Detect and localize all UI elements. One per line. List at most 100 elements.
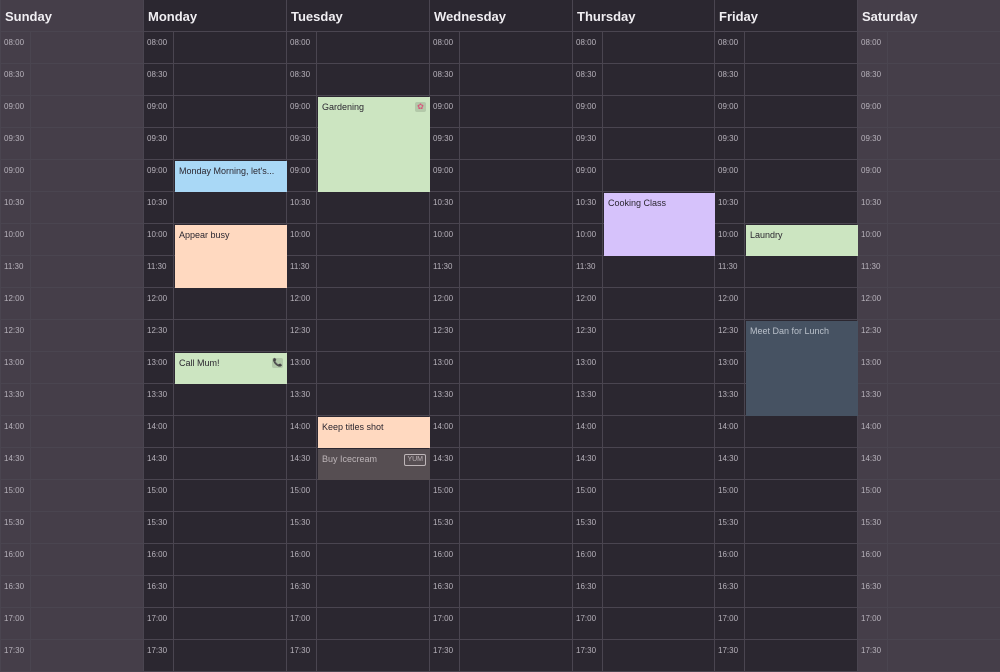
time-slot[interactable]: 15:00 xyxy=(430,480,572,512)
time-slot[interactable]: 08:30 xyxy=(1,64,143,96)
time-slot[interactable]: 09:00 xyxy=(573,96,714,128)
time-slot[interactable]: 13:30 xyxy=(144,384,286,416)
time-slot[interactable]: 09:00 xyxy=(1,160,143,192)
time-slot[interactable]: 14:00 xyxy=(715,416,857,448)
time-slot[interactable]: 14:30 xyxy=(430,448,572,480)
time-slot[interactable]: 17:00 xyxy=(287,608,429,640)
time-slot[interactable]: 17:00 xyxy=(858,608,1000,640)
time-slot[interactable]: 15:00 xyxy=(573,480,714,512)
time-slot[interactable]: 16:00 xyxy=(430,544,572,576)
time-slot[interactable]: 15:30 xyxy=(430,512,572,544)
time-slot[interactable]: 15:00 xyxy=(1,480,143,512)
time-slot[interactable]: 11:30 xyxy=(573,256,714,288)
time-slot[interactable]: 09:00 xyxy=(573,160,714,192)
time-slot[interactable]: 08:30 xyxy=(287,64,429,96)
time-slot[interactable]: 13:00 xyxy=(430,352,572,384)
time-slot[interactable]: 13:00 xyxy=(858,352,1000,384)
time-slot[interactable]: 09:30 xyxy=(715,128,857,160)
time-slot[interactable]: 13:30 xyxy=(573,384,714,416)
time-slot[interactable]: 08:30 xyxy=(430,64,572,96)
time-slot[interactable]: 16:00 xyxy=(858,544,1000,576)
time-slot[interactable]: 14:00 xyxy=(573,416,714,448)
time-slot[interactable]: 16:00 xyxy=(715,544,857,576)
time-slot[interactable]: 08:30 xyxy=(715,64,857,96)
time-slot[interactable]: 15:30 xyxy=(858,512,1000,544)
time-slot[interactable]: 15:30 xyxy=(287,512,429,544)
event-block[interactable]: Laundry xyxy=(746,225,858,256)
time-slot[interactable]: 08:00 xyxy=(430,32,572,64)
time-slot[interactable]: 17:30 xyxy=(287,640,429,672)
time-slot[interactable]: 11:30 xyxy=(858,256,1000,288)
time-slot[interactable]: 12:30 xyxy=(573,320,714,352)
time-slot[interactable]: 09:30 xyxy=(1,128,143,160)
time-slot[interactable]: 13:00 xyxy=(1,352,143,384)
time-slot[interactable]: 09:30 xyxy=(858,128,1000,160)
time-slot[interactable]: 16:30 xyxy=(858,576,1000,608)
time-slot[interactable]: 09:00 xyxy=(858,160,1000,192)
time-slot[interactable]: 10:30 xyxy=(1,192,143,224)
time-slot[interactable]: 15:30 xyxy=(144,512,286,544)
event-block[interactable]: Monday Morning, let's... xyxy=(175,161,287,192)
time-slot[interactable]: 09:00 xyxy=(715,160,857,192)
time-slot[interactable]: 14:00 xyxy=(430,416,572,448)
event-block[interactable]: Appear busy xyxy=(175,225,287,288)
time-slot[interactable]: 17:30 xyxy=(144,640,286,672)
time-slot[interactable]: 17:30 xyxy=(1,640,143,672)
time-slot[interactable]: 15:30 xyxy=(1,512,143,544)
time-slot[interactable]: 08:30 xyxy=(573,64,714,96)
event-block[interactable]: Gardening ✿ xyxy=(318,97,430,192)
time-slot[interactable]: 09:30 xyxy=(573,128,714,160)
time-slot[interactable]: 16:30 xyxy=(287,576,429,608)
time-slot[interactable]: 10:00 xyxy=(858,224,1000,256)
time-slot[interactable]: 08:00 xyxy=(573,32,714,64)
time-slot[interactable]: 09:00 xyxy=(858,96,1000,128)
time-slot[interactable]: 14:30 xyxy=(144,448,286,480)
time-slot[interactable]: 12:30 xyxy=(430,320,572,352)
time-slot[interactable]: 13:30 xyxy=(1,384,143,416)
time-slot[interactable]: 13:00 xyxy=(287,352,429,384)
time-slot[interactable]: 12:00 xyxy=(287,288,429,320)
event-block[interactable]: Call Mum! 📞 xyxy=(175,353,287,384)
time-slot[interactable]: 17:00 xyxy=(1,608,143,640)
time-slot[interactable]: 16:30 xyxy=(715,576,857,608)
time-slot[interactable]: 10:30 xyxy=(858,192,1000,224)
time-slot[interactable]: 17:00 xyxy=(573,608,714,640)
time-slot[interactable]: 08:00 xyxy=(858,32,1000,64)
time-slot[interactable]: 08:00 xyxy=(287,32,429,64)
time-slot[interactable]: 13:30 xyxy=(287,384,429,416)
time-slot[interactable]: 14:30 xyxy=(573,448,714,480)
event-block[interactable]: Meet Dan for Lunch xyxy=(746,321,858,416)
time-slot[interactable]: 15:30 xyxy=(573,512,714,544)
time-slot[interactable]: 09:00 xyxy=(430,96,572,128)
event-block[interactable]: Cooking Class xyxy=(604,193,715,256)
time-slot[interactable]: 09:00 xyxy=(715,96,857,128)
time-slot[interactable]: 16:30 xyxy=(144,576,286,608)
time-slot[interactable]: 16:30 xyxy=(430,576,572,608)
time-slot[interactable]: 16:30 xyxy=(1,576,143,608)
time-slot[interactable]: 12:30 xyxy=(287,320,429,352)
time-slot[interactable]: 12:00 xyxy=(1,288,143,320)
time-slot[interactable]: 11:30 xyxy=(287,256,429,288)
time-slot[interactable]: 11:30 xyxy=(715,256,857,288)
time-slot[interactable]: 17:30 xyxy=(858,640,1000,672)
time-slot[interactable]: 16:00 xyxy=(1,544,143,576)
time-slot[interactable]: 17:30 xyxy=(430,640,572,672)
event-block[interactable]: Keep titles shot xyxy=(318,417,430,448)
time-slot[interactable]: 09:30 xyxy=(144,128,286,160)
time-slot[interactable]: 16:00 xyxy=(144,544,286,576)
time-slot[interactable]: 10:30 xyxy=(287,192,429,224)
time-slot[interactable]: 12:30 xyxy=(144,320,286,352)
time-slot[interactable]: 12:00 xyxy=(144,288,286,320)
time-slot[interactable]: 17:30 xyxy=(573,640,714,672)
time-slot[interactable]: 15:30 xyxy=(715,512,857,544)
time-slot[interactable]: 17:00 xyxy=(715,608,857,640)
time-slot[interactable]: 17:30 xyxy=(715,640,857,672)
event-block[interactable]: Buy Icecream YUM xyxy=(318,449,430,480)
time-slot[interactable]: 13:30 xyxy=(430,384,572,416)
time-slot[interactable]: 15:00 xyxy=(715,480,857,512)
time-slot[interactable]: 12:00 xyxy=(715,288,857,320)
time-slot[interactable]: 08:30 xyxy=(144,64,286,96)
time-slot[interactable]: 10:30 xyxy=(144,192,286,224)
time-slot[interactable]: 16:30 xyxy=(573,576,714,608)
time-slot[interactable]: 15:00 xyxy=(858,480,1000,512)
